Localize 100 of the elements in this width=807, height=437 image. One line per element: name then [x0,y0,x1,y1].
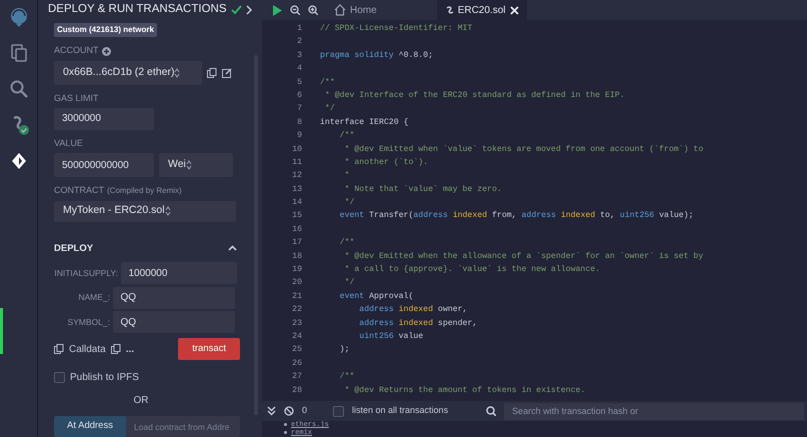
editor-tab[interactable]: ERC20.sol [436,0,526,20]
deploy-title: DEPLOY [54,242,94,256]
line-number: 16 [291,224,303,236]
line-number: 25 [291,344,303,356]
code-line: * @dev Returns the amount of tokens in existence. [344,384,586,397]
status-strip [0,308,3,354]
listen-checkbox[interactable] [333,406,344,416]
code-line: * Note that `value` may be zero. [344,184,502,196]
publish-checkbox[interactable] [54,372,65,383]
check-icon [230,4,242,15]
line-number: 6 [296,90,303,102]
copy-icon[interactable] [110,344,121,354]
contract-label: CONTRACT [54,184,104,198]
code-line: * @dev Interface of the ERC20 standard as defined in the EIP. [324,90,625,102]
code-line: */ [344,277,354,290]
compiled-note: (Compiled by Remix) [107,184,182,197]
code-line: pragma solidity ^0.8.0; [320,50,434,62]
run-icon[interactable] [272,4,282,16]
code-line: event Transfer(address indexed from, address indexed to, uint256 value); [338,210,694,222]
param-field[interactable]: QQ [112,311,234,333]
code-line: * [344,170,350,182]
at-address-button[interactable]: At Address [54,416,126,437]
close-icon[interactable] [510,6,518,14]
search-icon[interactable] [486,406,496,416]
zoom-in-icon[interactable] [308,5,318,15]
plus-circle-icon[interactable] [102,46,110,56]
line-number: 19 [291,264,303,276]
clear-icon[interactable] [284,406,294,416]
calldata-label: Calldata [69,342,106,356]
line-number: 1 [296,23,303,35]
zoom-out-icon[interactable] [290,5,300,15]
line-number: 22 [291,304,303,316]
line-number: 9 [296,130,303,142]
network-tooltip: Custom (421613) network [54,23,157,38]
line-number: 27 [291,371,303,384]
line-number: 21 [291,290,303,303]
unit-select[interactable]: Wei [159,153,233,178]
line-number: 18 [291,250,303,263]
gas-limit-field[interactable]: 3000000 [54,108,154,130]
param-field[interactable]: 1000000 [120,262,236,284]
code-line: * a call to {approve}. `value` is the new allowance. [344,264,600,276]
line-number: 14 [291,197,303,210]
bullet-icon [284,430,287,434]
code-line: interface IERC20 { [320,116,408,129]
code-line: /** [338,371,354,384]
line-number: 13 [291,184,303,196]
code-line: * another (`to`). [344,156,428,169]
copy-icon[interactable] [207,68,217,78]
line-number: 5 [296,76,303,89]
editor-tab[interactable]: Home [326,0,385,20]
value-label: VALUE [54,136,83,150]
line-number: 8 [296,116,303,129]
copy-icon[interactable] [54,344,64,354]
pending-count: 0 [302,404,308,418]
line-number: 20 [291,277,303,290]
line-number: 2 [296,36,303,48]
transact-button[interactable]: transact [178,338,240,360]
line-number: 23 [291,318,303,330]
code-line: ); [338,344,350,356]
param-label: NAME_: [77,291,110,304]
code-line: /** [338,130,354,142]
contract-select[interactable]: MyToken - ERC20.sol [54,200,236,222]
line-number: 3 [296,50,303,62]
panel-title: DEPLOY & RUN TRANSACTIONS [48,2,227,18]
line-number: 17 [291,237,303,250]
code-line: address indexed owner, [358,304,468,316]
publish-label: Publish to IPFS [70,371,139,385]
file-icon [444,5,454,15]
address-field[interactable]: Load contract from Addre [126,416,240,437]
edit-icon[interactable] [222,68,232,78]
account-select[interactable]: 0x66B...6cD1b (2 ether) [54,60,202,85]
gas-limit-label: GAS LIMIT [54,92,99,105]
search-icon[interactable] [8,78,30,100]
select-arrows-icon [174,68,180,78]
select-arrows-icon [164,206,171,216]
code-line: /** [320,76,335,89]
code-line: */ [324,103,335,116]
value-field[interactable]: 500000000000 [54,153,154,178]
line-number: 7 [296,103,303,116]
code-line: /** [338,237,354,250]
transaction-search-field[interactable]: Search with transaction hash or [504,402,804,420]
listen-label: listen on all transactions [352,404,448,418]
bullet-icon [284,422,287,426]
line-number: 24 [291,330,303,343]
code-line: */ [344,197,354,210]
param-label: SYMBOL_: [66,316,110,328]
line-number: 15 [291,210,303,222]
code-line: event Approval( [338,290,414,303]
code-line: address indexed spender, [358,318,478,330]
param-field[interactable]: QQ [112,286,234,308]
account-label: ACCOUNT [54,44,98,58]
chevron-right-icon[interactable] [246,4,253,15]
home-icon [334,4,346,16]
collapse-icon[interactable] [267,406,276,416]
code-line: * @dev Emitted when the allowance of a `spender` for an `owner` is set by [344,250,704,263]
code-line: * @dev Emitted when `value` tokens are moved from one account (`from`) to [344,144,704,156]
caret-up-icon[interactable] [228,245,237,252]
line-number: 4 [296,63,303,76]
more-label: ... [126,342,134,356]
select-arrows-icon [186,160,192,170]
